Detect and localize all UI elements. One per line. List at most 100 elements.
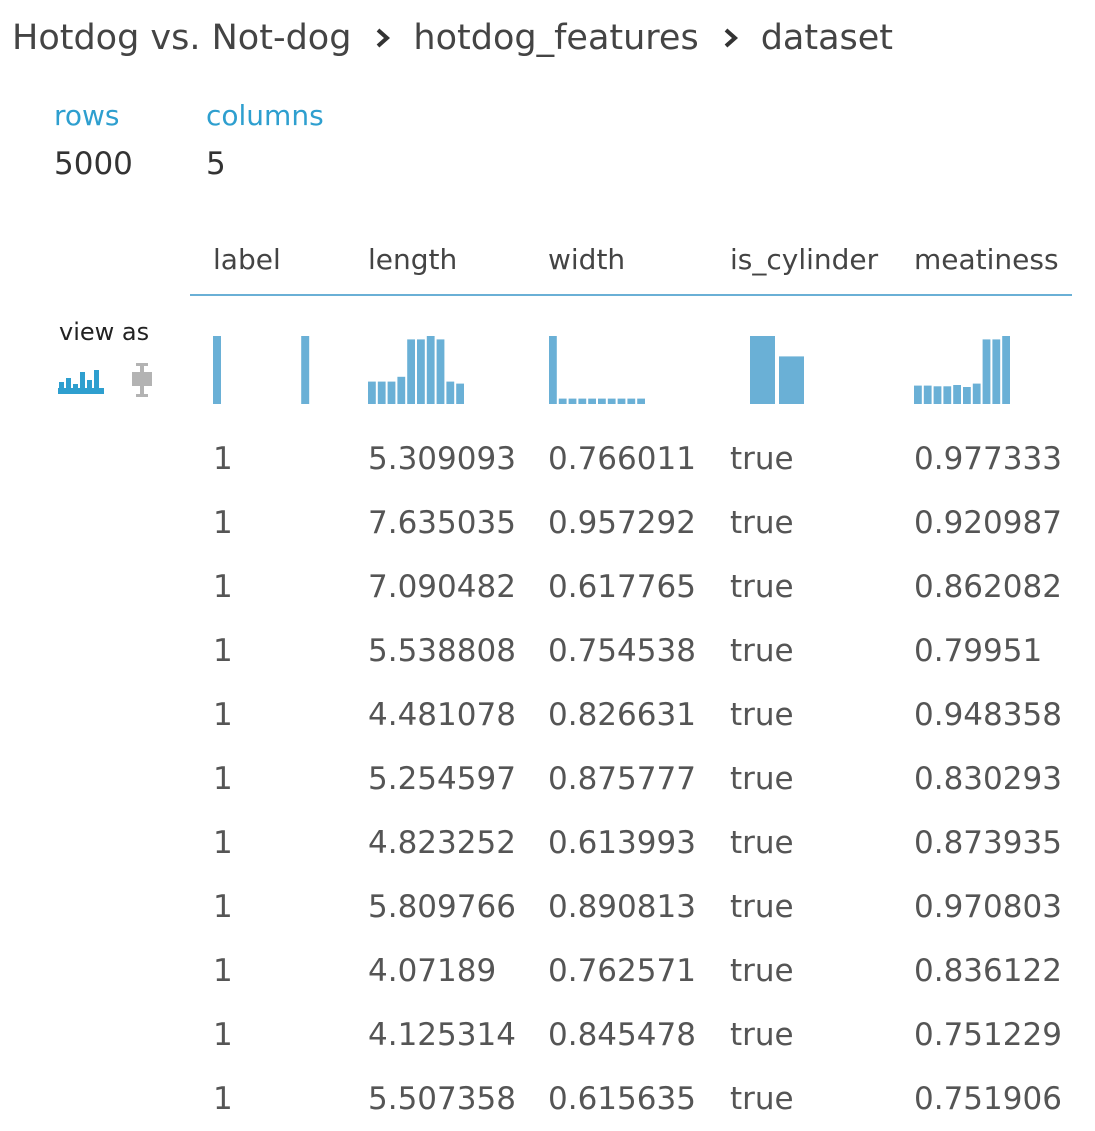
cell-width: 0.890813 <box>548 889 696 925</box>
cell-width: 0.613993 <box>548 825 696 861</box>
cell-label: 1 <box>213 697 233 733</box>
rows-label: rows <box>54 99 120 132</box>
cell-label: 1 <box>213 825 233 861</box>
cell-width: 0.875777 <box>548 761 696 797</box>
histogram-meatiness <box>914 336 1010 404</box>
cell-meatiness: 0.862082 <box>914 569 1062 605</box>
cell-length: 5.507358 <box>368 1081 516 1117</box>
cell-is-cylinder: true <box>730 825 794 861</box>
histogram-bar <box>456 383 464 404</box>
breadcrumb-item-dataset: dataset <box>760 18 894 58</box>
column-header-width[interactable]: width <box>548 236 625 284</box>
chevron-right-icon <box>377 28 391 48</box>
cell-is-cylinder: true <box>730 953 794 989</box>
histogram-label <box>213 336 310 404</box>
cell-label: 1 <box>213 761 233 797</box>
cell-length: 5.809766 <box>368 889 516 925</box>
cell-meatiness: 0.873935 <box>914 825 1062 861</box>
cell-length: 4.125314 <box>368 1017 516 1053</box>
histogram-bar <box>558 398 567 404</box>
table-row: 1 4.07189 0.762571 true 0.836122 <box>190 939 1072 1003</box>
breadcrumb-item-module[interactable]: hotdog_features <box>413 18 698 58</box>
histogram-bar <box>943 386 952 404</box>
histogram-bar <box>549 336 557 404</box>
cell-length: 4.823252 <box>368 825 516 861</box>
histogram-bar <box>933 386 942 404</box>
histogram-bar <box>963 387 971 404</box>
histogram-bar <box>426 336 435 404</box>
cell-width: 0.617765 <box>548 569 696 605</box>
cell-is-cylinder: true <box>730 569 794 605</box>
cell-meatiness: 0.830293 <box>914 761 1062 797</box>
cell-width: 0.762571 <box>548 953 696 989</box>
cell-meatiness: 0.977333 <box>914 441 1062 477</box>
view-as-label: view as <box>59 318 150 346</box>
breadcrumb: Hotdog vs. Not-dog hotdog_features datas… <box>12 14 893 62</box>
cell-length: 7.635035 <box>368 505 516 541</box>
cell-length: 5.254597 <box>368 761 516 797</box>
histogram-is-cylinder <box>750 336 804 404</box>
cell-is-cylinder: true <box>730 505 794 541</box>
cell-meatiness: 0.751906 <box>914 1081 1062 1117</box>
chevron-right-icon <box>724 28 738 48</box>
table-row: 1 4.823252 0.613993 true 0.873935 <box>190 811 1072 875</box>
cell-length: 4.481078 <box>368 697 516 733</box>
cell-label: 1 <box>213 441 233 477</box>
cell-width: 0.957292 <box>548 505 696 541</box>
breadcrumb-item-experiment[interactable]: Hotdog vs. Not-dog <box>12 18 351 58</box>
histogram-bar <box>617 398 626 404</box>
view-boxplot-toggle[interactable] <box>131 361 153 403</box>
view-histogram-toggle[interactable] <box>58 366 104 400</box>
cell-label: 1 <box>213 1081 233 1117</box>
histogram-bar <box>607 398 616 404</box>
histogram-bar <box>407 339 415 404</box>
table-header: label length width is_cylinder meatiness <box>190 236 1072 296</box>
cell-length: 4.07189 <box>368 953 497 989</box>
histogram-bar <box>914 385 922 404</box>
histogram-bar <box>750 336 775 404</box>
histogram-bar <box>417 339 425 404</box>
histogram-bar <box>301 336 310 404</box>
cell-is-cylinder: true <box>730 761 794 797</box>
cell-label: 1 <box>213 953 233 989</box>
cell-meatiness: 0.79951 <box>914 633 1043 669</box>
histogram-bar <box>387 381 396 404</box>
cell-is-cylinder: true <box>730 1081 794 1117</box>
cell-label: 1 <box>213 505 233 541</box>
cell-meatiness: 0.751229 <box>914 1017 1062 1053</box>
column-header-length[interactable]: length <box>368 236 457 284</box>
cell-is-cylinder: true <box>730 889 794 925</box>
table-row: 1 4.481078 0.826631 true 0.948358 <box>190 683 1072 747</box>
cell-length: 7.090482 <box>368 569 516 605</box>
cell-label: 1 <box>213 633 233 669</box>
histogram-bar <box>982 339 991 404</box>
histogram-bar <box>779 356 804 404</box>
cell-width: 0.826631 <box>548 697 696 733</box>
column-header-label[interactable]: label <box>213 236 281 284</box>
columns-stat: columns 5 <box>206 98 324 184</box>
histogram-bar <box>568 398 577 404</box>
cell-is-cylinder: true <box>730 441 794 477</box>
histogram-bar <box>368 381 376 404</box>
rows-value: 5000 <box>54 146 133 182</box>
cell-label: 1 <box>213 889 233 925</box>
table-row: 1 5.507358 0.615635 true 0.751906 <box>190 1067 1072 1131</box>
cell-label: 1 <box>213 1017 233 1053</box>
histogram-bar <box>588 398 596 404</box>
cell-width: 0.754538 <box>548 633 696 669</box>
histogram-bar <box>213 336 221 404</box>
histogram-icon <box>58 370 104 394</box>
histogram-bar <box>953 385 961 404</box>
cell-is-cylinder: true <box>730 633 794 669</box>
cell-width: 0.845478 <box>548 1017 696 1053</box>
cell-meatiness: 0.836122 <box>914 953 1062 989</box>
cell-is-cylinder: true <box>730 697 794 733</box>
table-row: 1 4.125314 0.845478 true 0.751229 <box>190 1003 1072 1067</box>
histogram-bar <box>972 383 981 404</box>
columns-value: 5 <box>206 146 226 182</box>
cell-meatiness: 0.920987 <box>914 505 1062 541</box>
column-header-is-cylinder[interactable]: is_cylinder <box>730 236 878 284</box>
histogram-bar <box>637 398 645 404</box>
column-header-meatiness[interactable]: meatiness <box>914 236 1059 284</box>
cell-length: 5.538808 <box>368 633 516 669</box>
